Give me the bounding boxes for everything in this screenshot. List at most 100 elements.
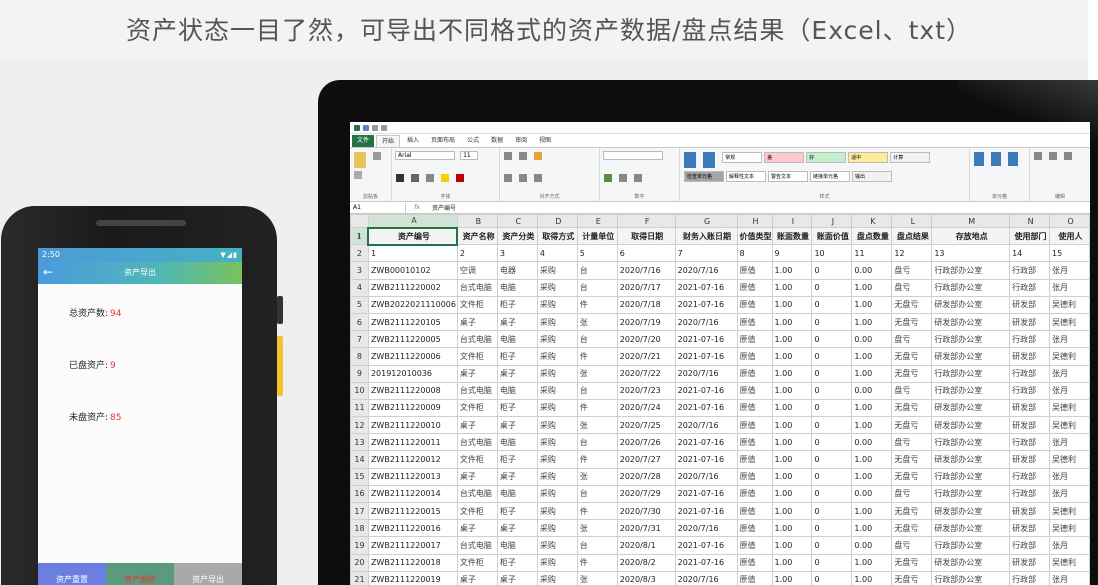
cell[interactable]: 2020/7/16 [674,312,738,332]
cell[interactable]: 0 [811,347,853,366]
cell[interactable]: 1.00 [771,416,813,435]
cell[interactable]: 2020/7/16 [674,416,738,435]
cell[interactable]: 行政部 [1009,381,1051,400]
cell[interactable]: 张 [576,519,618,538]
cell[interactable]: 研发部 [1009,347,1051,366]
cell[interactable]: 无盘亏 [891,295,933,314]
cell[interactable]: 盘亏 [891,278,933,297]
cell[interactable]: 行政部办公室 [931,278,1011,297]
cell[interactable]: 0 [811,467,853,486]
column-header[interactable]: M [931,214,1011,228]
cell[interactable]: 0 [811,278,853,297]
cell[interactable]: 柜子 [496,553,538,572]
ribbon-tab[interactable]: 开始 [376,135,401,147]
header-cell[interactable]: 使用人 [1049,226,1090,246]
row-header[interactable]: 8 [350,347,369,366]
row-header[interactable]: 5 [350,295,369,314]
cell[interactable]: 采购 [536,416,578,435]
cell[interactable]: 0 [811,312,853,332]
cell[interactable]: 1.00 [771,467,813,486]
cell[interactable]: 吴德利 [1049,501,1090,521]
cell[interactable]: 1.00 [851,553,893,572]
cell[interactable]: 0 [811,553,853,572]
row-header[interactable]: 16 [350,484,369,504]
ribbon-tab[interactable]: 视图 [534,135,556,147]
cell[interactable]: 2021-07-16 [674,536,738,555]
cell[interactable]: 15 [1049,244,1090,263]
align-middle-icon[interactable] [519,152,528,160]
cell[interactable]: 研发部办公室 [931,398,1011,418]
cell[interactable]: ZWB2111220002 [367,278,458,297]
cell[interactable]: 1.00 [771,347,813,366]
cell[interactable]: 张 [576,570,618,585]
cell[interactable]: 台式电脑 [456,381,498,400]
cell[interactable]: 2021-07-16 [674,398,738,418]
cell[interactable]: 件 [576,347,618,366]
cell[interactable]: 采购 [536,398,578,418]
cell[interactable]: 电脑 [496,330,538,349]
cell[interactable]: 采购 [536,570,578,585]
cell[interactable]: 2020/7/23 [616,381,676,400]
column-header[interactable]: I [771,214,813,228]
percent-icon[interactable] [619,174,628,182]
cell[interactable]: 0 [811,570,853,585]
cell[interactable]: ZWB2111220010 [367,416,458,435]
cell[interactable]: 原值 [736,484,773,504]
cell[interactable]: ZWB2111220012 [367,450,458,469]
cell[interactable]: 1.00 [771,484,813,504]
cell[interactable]: 14 [1009,244,1051,263]
cell[interactable]: 原值 [736,398,773,418]
cell-style-option[interactable]: 警告文本 [768,171,808,182]
copy-icon[interactable] [354,171,362,179]
column-header[interactable]: K [851,214,893,228]
cell[interactable]: 原值 [736,312,773,332]
cell[interactable]: 台式电脑 [456,278,498,297]
format-as-table-icon[interactable] [703,152,716,168]
row-header[interactable]: 1 [350,226,369,246]
cell[interactable]: 张 [576,312,618,332]
cell[interactable]: 行政部 [1009,433,1051,452]
cell[interactable]: 采购 [536,312,578,332]
comma-icon[interactable] [634,174,643,182]
cell[interactable]: 行政部 [1009,261,1051,280]
ribbon-tab[interactable]: 插入 [402,135,424,147]
cell[interactable]: 采购 [536,364,578,383]
cell[interactable]: 件 [576,501,618,521]
cell[interactable]: 台 [576,330,618,349]
row-header[interactable]: 10 [350,381,369,400]
cell[interactable]: 1.00 [851,416,893,435]
cell[interactable]: 柜子 [496,450,538,469]
cell[interactable]: 研发部办公室 [931,519,1011,538]
cell[interactable]: 文件柜 [456,295,498,314]
cell[interactable]: 盘亏 [891,330,933,349]
cell[interactable]: 1.00 [851,450,893,469]
cell[interactable]: 1.00 [771,381,813,400]
cell[interactable]: 原值 [736,553,773,572]
cell[interactable]: 柜子 [496,398,538,418]
cell[interactable]: 张 [576,467,618,486]
cell[interactable]: 张月 [1049,330,1090,349]
cell[interactable]: 张月 [1049,484,1090,504]
cell[interactable]: 张月 [1049,364,1090,383]
cell[interactable]: 行政部办公室 [931,364,1011,383]
cell[interactable]: 无盘亏 [891,501,933,521]
cell[interactable]: 2021-07-16 [674,450,738,469]
column-header[interactable]: O [1049,214,1090,228]
find-icon[interactable] [1064,152,1073,160]
cell[interactable]: 研发部办公室 [931,347,1011,366]
autosum-icon[interactable] [1034,152,1042,160]
cell[interactable]: 台 [576,381,618,400]
cell[interactable]: 2020/8/3 [616,570,676,585]
cell[interactable]: ZWB00010102 [367,261,458,280]
header-cell[interactable]: 取得日期 [616,226,676,246]
cell[interactable]: 台式电脑 [456,330,498,349]
cell[interactable]: 桌子 [496,312,538,332]
cell[interactable]: ZWB2111220005 [367,330,458,349]
cell[interactable]: 文件柜 [456,398,498,418]
column-header[interactable]: C [496,214,538,228]
cell[interactable]: 1.00 [771,501,813,521]
row-header[interactable]: 11 [350,398,369,418]
cell[interactable]: 采购 [536,536,578,555]
cell[interactable]: 1.00 [771,330,813,349]
select-all-corner[interactable] [350,214,369,228]
